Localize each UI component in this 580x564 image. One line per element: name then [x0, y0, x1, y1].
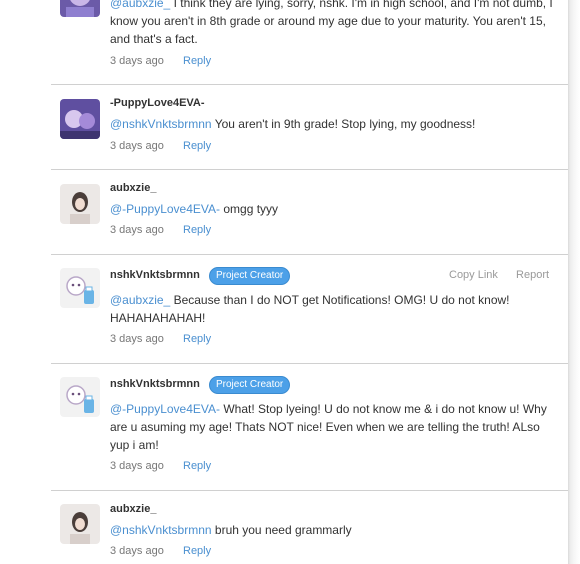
- comment-timestamp: 3 days ago: [110, 460, 164, 472]
- comment: aubxzie_ @-PuppyLove4EVA- omgg tyyy 3 da…: [51, 170, 568, 254]
- copy-link-button[interactable]: Copy Link: [449, 269, 498, 281]
- comment-body: omgg tyyy: [223, 202, 279, 216]
- mention-link[interactable]: @aubxzie_: [110, 293, 170, 307]
- comment-text: @-PuppyLove4EVA- What! Stop lyeing! U do…: [110, 400, 560, 454]
- reply-button[interactable]: Reply: [183, 224, 211, 236]
- comment-text: @aubxzie_ Because than I do NOT get Noti…: [110, 291, 530, 327]
- avatar[interactable]: [60, 0, 100, 17]
- comment-body: Because than I do NOT get Notifications!…: [110, 293, 510, 325]
- avatar-image: [60, 268, 100, 308]
- reply-button[interactable]: Reply: [183, 460, 211, 472]
- comment: nshkVnktsbrmnn Project Creator @-PuppyLo…: [51, 364, 568, 490]
- avatar-image: [60, 0, 100, 17]
- comment: nshkVnktsbrmnn Project Creator Copy Link…: [51, 255, 568, 363]
- avatar[interactable]: [60, 99, 100, 139]
- avatar-image: [60, 504, 100, 544]
- mention-link[interactable]: @nshkVnktsbrmnn: [110, 523, 212, 537]
- mention-link[interactable]: @-PuppyLove4EVA-: [110, 402, 220, 416]
- reply-button[interactable]: Reply: [183, 55, 211, 67]
- avatar[interactable]: [60, 377, 100, 417]
- comment-body: bruh you need grammarly: [214, 523, 352, 537]
- reply-button[interactable]: Reply: [183, 333, 211, 345]
- comment: aubxzie_ @nshkVnktsbrmnn bruh you need g…: [51, 491, 568, 564]
- comment-author[interactable]: nshkVnktsbrmnn: [110, 378, 200, 390]
- mention-link[interactable]: @aubxzie_: [110, 0, 170, 10]
- avatar[interactable]: [60, 184, 100, 224]
- project-creator-badge: Project Creator: [209, 376, 291, 394]
- comment-timestamp: 3 days ago: [110, 140, 164, 152]
- comment-timestamp: 3 days ago: [110, 333, 164, 345]
- mention-link[interactable]: @nshkVnktsbrmnn: [110, 117, 212, 131]
- comment-timestamp: 3 days ago: [110, 55, 164, 67]
- report-button[interactable]: Report: [516, 269, 549, 281]
- reply-button[interactable]: Reply: [183, 545, 211, 557]
- comment-timestamp: 3 days ago: [110, 224, 164, 236]
- comment-author[interactable]: -PuppyLove4EVA-: [110, 97, 205, 109]
- comment-text: @aubxzie_ I think they are lying, sorry,…: [110, 0, 560, 48]
- comment-actions: Copy Link Report: [449, 269, 549, 281]
- avatar[interactable]: [60, 268, 100, 308]
- project-creator-badge: Project Creator: [209, 267, 291, 285]
- page-edge-shadow: [568, 0, 580, 564]
- mention-link[interactable]: @-PuppyLove4EVA-: [110, 202, 220, 216]
- reply-button[interactable]: Reply: [183, 140, 211, 152]
- comment-author[interactable]: aubxzie_: [110, 503, 156, 515]
- comment-author[interactable]: nshkVnktsbrmnn: [110, 269, 200, 281]
- avatar-image: [60, 377, 100, 417]
- avatar[interactable]: [60, 504, 100, 544]
- comment-timestamp: 3 days ago: [110, 545, 164, 557]
- comment-body: You aren't in 9th grade! Stop lying, my …: [214, 117, 476, 131]
- comment-body: I think they are lying, sorry, nshk. I'm…: [110, 0, 553, 46]
- comment: @aubxzie_ I think they are lying, sorry,…: [51, 0, 568, 84]
- comment-text: @nshkVnktsbrmnn bruh you need grammarly: [110, 521, 560, 539]
- comment-text: @-PuppyLove4EVA- omgg tyyy: [110, 200, 560, 218]
- comment-text: @nshkVnktsbrmnn You aren't in 9th grade!…: [110, 115, 560, 133]
- avatar-image: [60, 184, 100, 224]
- avatar-image: [60, 99, 100, 139]
- comment-author[interactable]: aubxzie_: [110, 182, 156, 194]
- comment: -PuppyLove4EVA- @nshkVnktsbrmnn You aren…: [51, 85, 568, 169]
